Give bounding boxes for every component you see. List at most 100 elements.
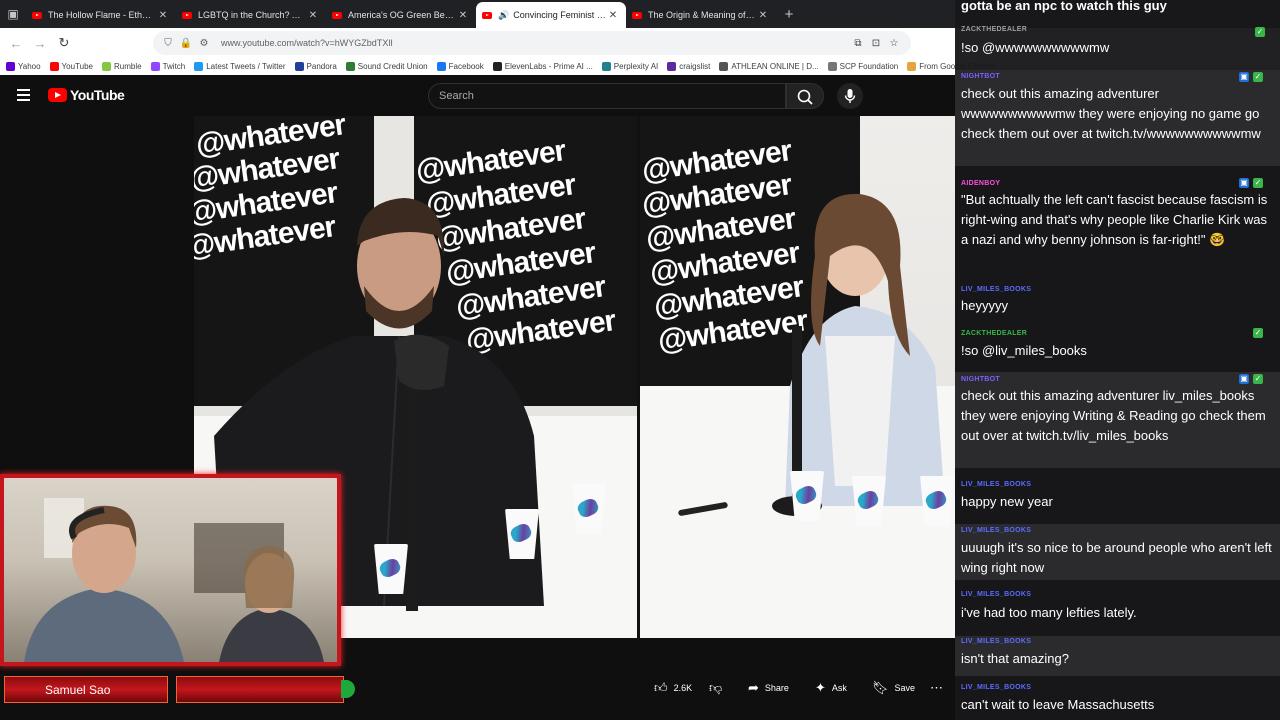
address-bar[interactable]: ⛉ 🔒 ⚙ www.youtube.com/watch?v=hWYGZbdTXl…: [153, 31, 911, 55]
close-tab-icon[interactable]: ✕: [456, 10, 470, 21]
site-settings-icon[interactable]: ⚙: [197, 38, 211, 49]
bookmark-label: Rumble: [113, 62, 142, 71]
bookmark-favicon-icon: [907, 62, 917, 71]
search-input[interactable]: Search: [428, 83, 786, 109]
tab-title: LGBTQ in the Church? Andrew W: [198, 10, 306, 20]
moderator-badge-icon: ✓: [1253, 72, 1263, 82]
bookmark-item[interactable]: Twitch: [150, 62, 186, 71]
chat-message-text: check out this amazing adventurer wwwwww…: [961, 86, 1261, 141]
bookmark-item[interactable]: Perplexity AI: [601, 62, 659, 71]
bookmark-item[interactable]: Latest Tweets / Twitter: [194, 62, 286, 71]
search-button[interactable]: [786, 83, 824, 109]
bookmark-label: Yahoo: [18, 62, 41, 71]
browser-tab[interactable]: LGBTQ in the Church? Andrew W✕: [176, 2, 326, 28]
close-tab-icon[interactable]: ✕: [306, 10, 320, 21]
menu-icon[interactable]: [17, 89, 30, 101]
youtube-favicon-icon: [32, 11, 42, 19]
youtube-logo-text[interactable]: YouTube: [70, 87, 125, 103]
dislike-button[interactable]: 👎︎: [709, 678, 728, 698]
chat-message-text: can't wait to leave Massachusetts: [961, 697, 1155, 712]
chat-message: LIV_MILES_BOOKS isn't that amazing?: [955, 636, 1280, 676]
bookmark-item[interactable]: ATHLEAN ONLINE | D...: [719, 62, 819, 71]
webcam-people: [24, 498, 324, 662]
moderator-badge-icon: ✓: [1253, 328, 1263, 338]
tab-title: The Origin & Meaning of 13 Sc: [648, 10, 756, 20]
streamer-name-plate: Samuel Sao: [4, 676, 168, 703]
screenshot-icon[interactable]: ⊡: [867, 38, 885, 49]
moderator-badge-icon: ✓: [1255, 27, 1265, 37]
bookmark-item[interactable]: YouTube: [49, 62, 93, 71]
close-tab-icon[interactable]: ✕: [606, 10, 620, 21]
tab-title: Convincing Feminist of my: [513, 10, 606, 20]
bookmark-label: SCP Foundation: [839, 62, 899, 71]
bookmark-item[interactable]: Sound Credit Union: [345, 62, 428, 71]
chat-username: AIDENBOY: [961, 180, 1001, 187]
bookmark-item[interactable]: ElevenLabs - Prime AI ...: [492, 62, 593, 71]
cup: [920, 476, 954, 526]
bookmark-item[interactable]: Facebook: [436, 62, 484, 71]
voice-search-button[interactable]: [837, 83, 863, 109]
chat-message-text: isn't that amazing?: [961, 651, 1069, 666]
browser-tab[interactable]: America's OG Green Beret - Sar✕: [326, 2, 476, 28]
sparkle-icon: ✦: [815, 680, 826, 695]
youtube-favicon-icon: [632, 11, 642, 19]
close-tab-icon[interactable]: ✕: [756, 10, 770, 21]
bookmark-label: Facebook: [448, 62, 484, 71]
chat-username: LIV_MILES_BOOKS: [961, 527, 1032, 534]
bookmark-item[interactable]: Pandora: [294, 62, 337, 71]
bookmark-favicon-icon: [294, 62, 304, 71]
video-right-panel: @whatever @whatever @whatever @whatever …: [640, 116, 955, 638]
bookmark-label: Twitch: [162, 62, 186, 71]
shield-icon[interactable]: ⛉: [161, 38, 175, 49]
save-button[interactable]: 🔖︎ Save: [872, 678, 915, 698]
chat-message-text: !so @wwwwwwwwwwmw: [961, 40, 1110, 55]
bookmark-item[interactable]: SCP Foundation: [827, 62, 899, 71]
browser-tab[interactable]: The Origin & Meaning of 13 Sc✕: [626, 2, 776, 28]
bookmark-label: ATHLEAN ONLINE | D...: [731, 62, 819, 71]
close-tab-icon[interactable]: ✕: [156, 10, 170, 21]
chat-message-text: gotta be an npc to watch this guy: [961, 0, 1167, 13]
bookmark-item[interactable]: Yahoo: [6, 62, 41, 71]
bookmark-label: YouTube: [61, 62, 93, 71]
browser-tab-active[interactable]: 🔊 Convincing Feminist of my✕: [476, 2, 626, 28]
youtube-logo-icon[interactable]: [48, 88, 67, 102]
thumbs-down-icon: 👎︎: [709, 680, 723, 695]
new-tab-button[interactable]: +: [776, 6, 802, 23]
chat-username: LIV_MILES_BOOKS: [961, 684, 1032, 691]
chat-message: gotta be an npc to watch this guy: [955, 0, 1280, 18]
share-button[interactable]: ➦ Share: [748, 678, 789, 698]
guest-figure: [785, 193, 945, 506]
chat-username: NIGHTBOT: [961, 376, 1000, 383]
bookmark-star-icon[interactable]: ☆: [885, 38, 903, 49]
back-arrow-icon[interactable]: ←: [4, 36, 28, 51]
more-actions-button[interactable]: ⋯: [930, 678, 949, 698]
tab-title: America's OG Green Beret - Sar: [348, 10, 456, 20]
save-label: Save: [894, 683, 916, 693]
bookmark-favicon-icon: [436, 62, 446, 71]
reload-icon[interactable]: ↻: [52, 35, 76, 51]
bookmark-favicon-icon: [667, 62, 677, 71]
speaker-icon[interactable]: 🔊: [498, 10, 509, 21]
url-text[interactable]: www.youtube.com/watch?v=hWYGZbdTXlI: [221, 38, 849, 48]
bookmark-label: craigslist: [679, 62, 711, 71]
bookmark-favicon-icon: [345, 62, 355, 71]
bookmark-item[interactable]: Rumble: [101, 62, 142, 71]
chat-message-text: happy new year: [961, 494, 1053, 509]
youtube-favicon-icon: [182, 11, 192, 19]
like-button[interactable]: 👍︎ 2.6K: [654, 678, 692, 698]
bookmark-favicon-icon: [49, 62, 59, 71]
tab-search-icon[interactable]: ▣: [0, 0, 26, 28]
forward-arrow-icon[interactable]: →: [28, 36, 52, 51]
chat-message: LIV_MILES_BOOKS i've had too many leftie…: [955, 588, 1280, 628]
bookmark-item[interactable]: craigslist: [667, 62, 710, 71]
bookmark-label: Latest Tweets / Twitter: [206, 62, 286, 71]
bookmark-favicon-icon: [101, 62, 111, 71]
cup: [852, 476, 886, 526]
chat-username: LIV_MILES_BOOKS: [961, 638, 1032, 645]
bookmark-label: Perplexity AI: [613, 62, 659, 71]
open-in-app-icon[interactable]: ⧉: [849, 38, 867, 49]
ask-button[interactable]: ✦ Ask: [815, 678, 847, 698]
browser-tab[interactable]: The Hollow Flame - Ethereal Da✕: [26, 2, 176, 28]
stream-chat-overlay: gotta be an npc to watch this guy ZACKTH…: [955, 0, 1280, 720]
lock-icon[interactable]: 🔒: [179, 38, 193, 49]
